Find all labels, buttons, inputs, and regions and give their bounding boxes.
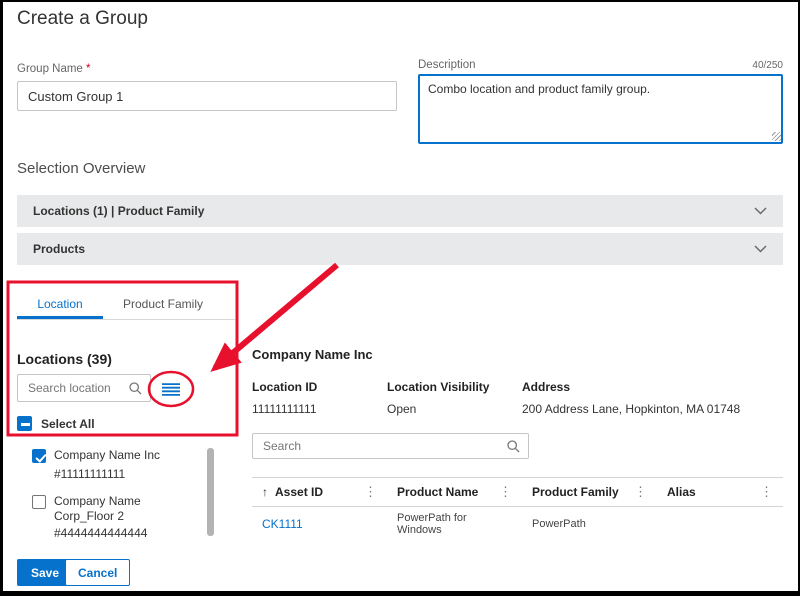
- location-visibility-label: Location Visibility: [387, 380, 489, 394]
- asset-id-link[interactable]: CK1111: [252, 517, 387, 531]
- accordion-locations-product-family[interactable]: Locations (1) | Product Family: [17, 195, 783, 227]
- location-search: [17, 374, 151, 402]
- list-scrollbar[interactable]: [207, 448, 214, 536]
- list-item[interactable]: Company Name Corp_Floor 2 #4444444444444: [32, 494, 179, 538]
- location-id-label: Location ID: [252, 380, 317, 394]
- char-counter: 40/250: [752, 60, 783, 71]
- column-menu-icon[interactable]: ⋮: [364, 484, 377, 500]
- sort-ascending-icon[interactable]: ↑: [262, 485, 268, 499]
- page-title: Create a Group: [17, 8, 148, 30]
- location-name: Company Name Corp_Floor 2: [54, 494, 179, 524]
- column-header-product-family[interactable]: Product Family ⋮: [522, 478, 657, 506]
- resize-grip-icon[interactable]: [772, 132, 781, 141]
- column-header-alias[interactable]: Alias ⋮: [657, 478, 783, 506]
- product-family-cell: PowerPath: [522, 518, 657, 530]
- locations-count-heading: Locations (39): [17, 351, 112, 367]
- column-menu-icon[interactable]: ⋮: [760, 484, 773, 500]
- description-textarea[interactable]: Combo location and product family group.: [418, 74, 783, 144]
- column-header-product-name[interactable]: Product Name ⋮: [387, 478, 522, 506]
- location-name: Company Name Inc: [54, 448, 179, 463]
- column-menu-icon[interactable]: ⋮: [634, 484, 647, 500]
- location-visibility-value: Open: [387, 402, 416, 416]
- search-icon: [129, 382, 142, 395]
- tab-product-family[interactable]: Product Family: [103, 290, 223, 319]
- list-view-button[interactable]: [156, 376, 186, 402]
- description-field: Description 40/250 Combo location and pr…: [418, 59, 783, 144]
- location-search-input[interactable]: [26, 380, 129, 396]
- left-panel-tabs: Location Product Family: [17, 290, 235, 320]
- asset-search: [252, 433, 529, 459]
- table-row: CK1111 PowerPath for Windows PowerPath: [252, 507, 783, 540]
- search-icon: [507, 440, 520, 453]
- selected-company-name: Company Name Inc: [252, 347, 373, 362]
- accordion-products[interactable]: Products: [17, 233, 783, 265]
- cancel-button[interactable]: Cancel: [65, 559, 130, 586]
- checkbox-unchecked-icon[interactable]: [32, 495, 46, 509]
- create-group-page: Create a Group Group Name * Description …: [0, 0, 800, 596]
- select-all-label: Select All: [41, 417, 95, 431]
- column-menu-icon[interactable]: ⋮: [499, 484, 512, 500]
- location-id-value: 11111111111: [252, 402, 317, 416]
- required-asterisk: *: [86, 63, 90, 75]
- list-item[interactable]: Company Name Inc #11111111111: [32, 448, 179, 481]
- checkbox-checked-icon[interactable]: [32, 449, 46, 463]
- product-name-cell: PowerPath for Windows: [387, 512, 522, 536]
- selection-overview-title: Selection Overview: [17, 160, 145, 177]
- list-view-icon: [162, 382, 180, 397]
- location-list: Company Name Inc #11111111111 Company Na…: [3, 442, 221, 538]
- address-value: 200 Address Lane, Hopkinton, MA 01748: [522, 402, 740, 416]
- column-header-asset-id[interactable]: ↑ Asset ID ⋮: [252, 478, 387, 506]
- select-all-checkbox[interactable]: Select All: [17, 416, 95, 431]
- group-name-label: Group Name *: [17, 63, 91, 75]
- asset-table-header: ↑ Asset ID ⋮ Product Name ⋮ Product Fami…: [252, 477, 783, 507]
- address-label: Address: [522, 380, 570, 394]
- accordion-label: Products: [33, 242, 85, 256]
- chevron-down-icon: [754, 207, 767, 215]
- location-id: #11111111111: [54, 467, 179, 481]
- checkbox-indeterminate-icon[interactable]: [17, 416, 32, 431]
- accordion-label: Locations (1) | Product Family: [33, 204, 204, 218]
- location-id: #4444444444444: [54, 526, 179, 538]
- tab-location[interactable]: Location: [17, 290, 103, 319]
- asset-search-input[interactable]: [261, 438, 507, 454]
- chevron-down-icon: [754, 245, 767, 253]
- group-name-input[interactable]: [17, 81, 397, 111]
- description-label: Description: [418, 59, 476, 71]
